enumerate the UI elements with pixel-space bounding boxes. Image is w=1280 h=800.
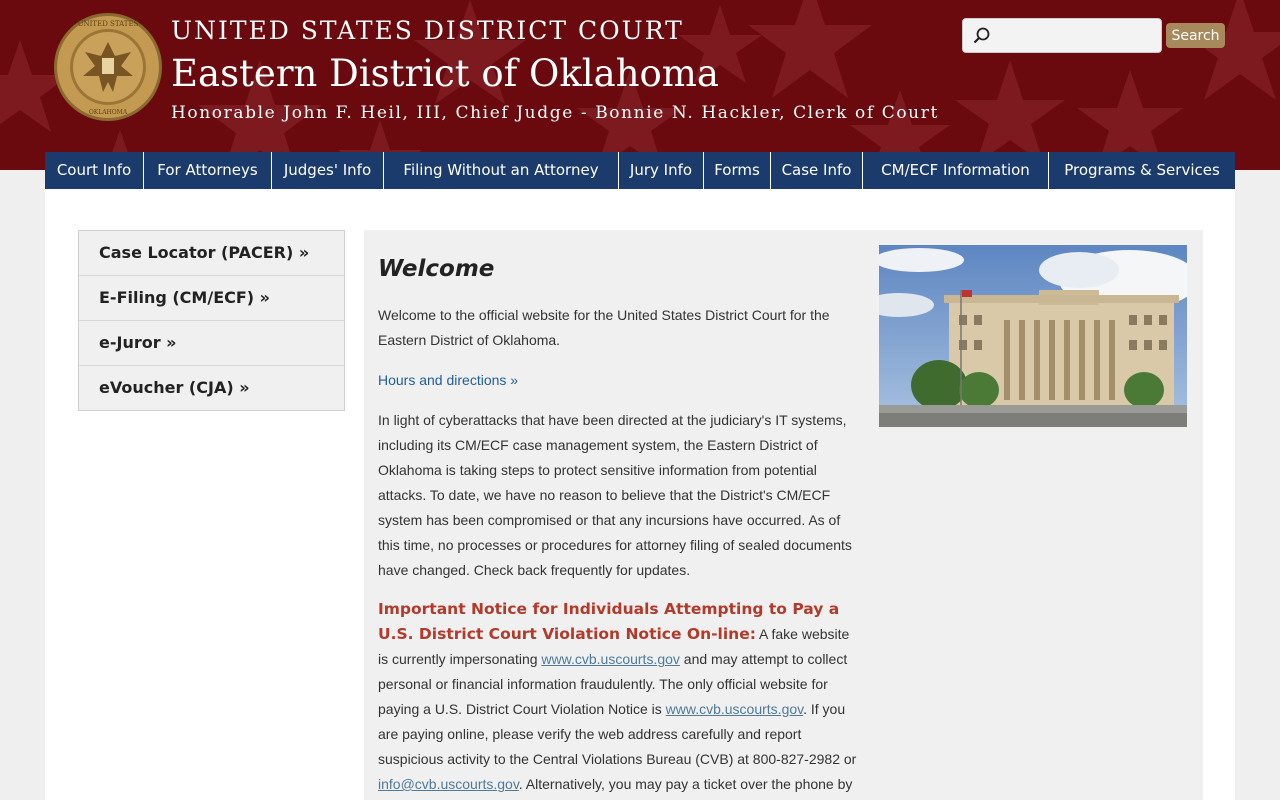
nav-jury-info[interactable]: Jury Info	[619, 152, 704, 189]
search-icon	[973, 27, 990, 44]
nav-filing-without-attorney[interactable]: Filing Without an Attorney	[384, 152, 619, 189]
courthouse-photo	[879, 245, 1187, 427]
cvb-link[interactable]: www.cvb.uscourts.gov	[666, 701, 803, 717]
violation-notice: Important Notice for Individuals Attempt…	[378, 597, 858, 797]
cvb-email-link[interactable]: info@cvb.uscourts.gov	[378, 776, 519, 792]
nav-cmecf-information[interactable]: CM/ECF Information	[863, 152, 1049, 189]
hours-directions-link[interactable]: Hours and directions »	[378, 368, 858, 393]
search-button[interactable]: Search	[1166, 23, 1225, 48]
nav-case-info[interactable]: Case Info	[771, 152, 863, 189]
cyberattack-notice: In light of cyberattacks that have been …	[378, 412, 852, 578]
sidebar-item-case-locator[interactable]: Case Locator (PACER) »	[79, 231, 344, 276]
nav-court-info[interactable]: Court Info	[45, 152, 144, 189]
main-nav: Court Info For Attorneys Judges' Info Fi…	[45, 152, 1235, 189]
court-seal-icon[interactable]: UNITED STATES OKLAHOMA	[53, 12, 163, 122]
page-title: Welcome	[378, 256, 495, 282]
cvb-link[interactable]: www.cvb.uscourts.gov	[541, 651, 680, 667]
site-header: UNITED STATES OKLAHOMA UNITED STATES DIS…	[0, 0, 1280, 170]
svg-text:UNITED STATES: UNITED STATES	[78, 20, 139, 28]
court-name-line[interactable]: UNITED STATES DISTRICT COURT	[171, 16, 684, 45]
nav-forms[interactable]: Forms	[704, 152, 771, 189]
nav-judges-info[interactable]: Judges' Info	[272, 152, 384, 189]
nav-for-attorneys[interactable]: For Attorneys	[144, 152, 272, 189]
intro-paragraph: Welcome to the official website for the …	[378, 307, 830, 348]
district-name[interactable]: Eastern District of Oklahoma	[171, 52, 719, 95]
notice-text: . Alternatively, you may pay a ticket ov…	[518, 776, 853, 792]
content-area: Welcome Welcome to the official website …	[364, 230, 1203, 800]
search-field[interactable]	[962, 18, 1162, 53]
nav-programs-services[interactable]: Programs & Services	[1049, 152, 1235, 189]
welcome-text: Welcome to the official website for the …	[378, 303, 858, 797]
search-input[interactable]	[997, 23, 1156, 49]
sidebar-item-evoucher[interactable]: eVoucher (CJA) »	[79, 366, 344, 410]
svg-text:OKLAHOMA: OKLAHOMA	[89, 109, 128, 116]
judge-clerk-line: Honorable John F. Heil, III, Chief Judge…	[171, 103, 939, 123]
sidebar-item-e-juror[interactable]: e-Juror »	[79, 321, 344, 366]
quick-links-sidebar: Case Locator (PACER) » E-Filing (CM/ECF)…	[78, 230, 345, 411]
sidebar-item-e-filing[interactable]: E-Filing (CM/ECF) »	[79, 276, 344, 321]
main-panel: Case Locator (PACER) » E-Filing (CM/ECF)…	[45, 189, 1235, 800]
